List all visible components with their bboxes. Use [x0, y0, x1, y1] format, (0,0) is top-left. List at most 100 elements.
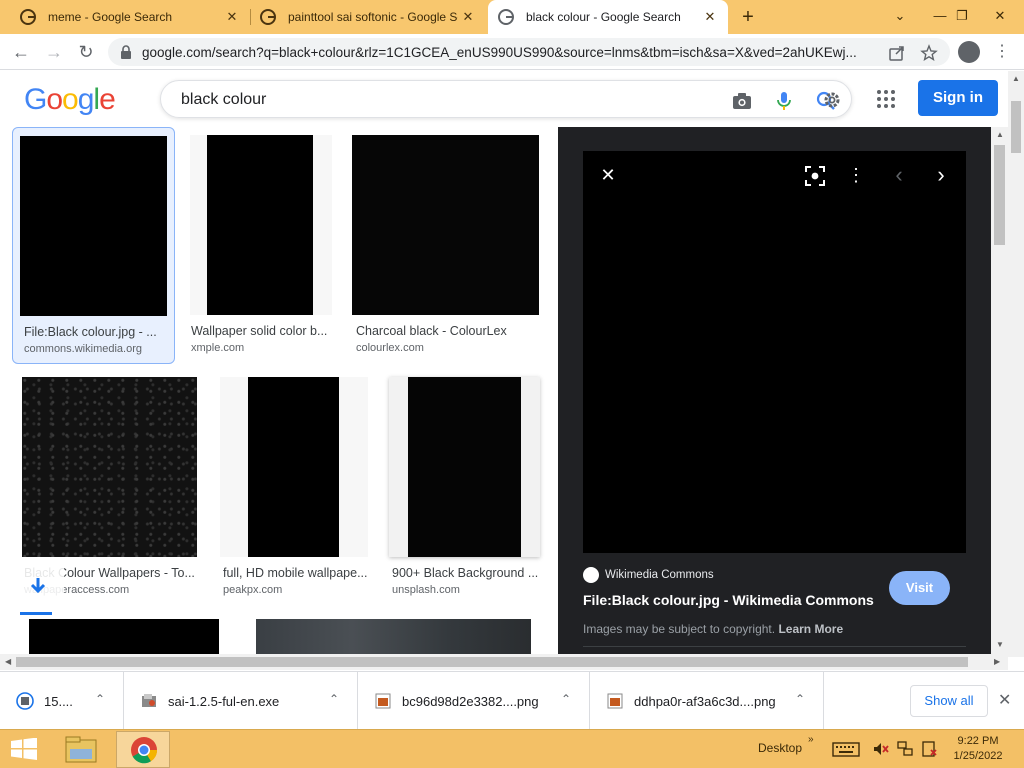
- volume-muted-icon[interactable]: [872, 740, 890, 758]
- scroll-thumb[interactable]: [16, 657, 968, 667]
- logo-letter: o: [46, 83, 63, 116]
- show-all-downloads-button[interactable]: Show all: [910, 685, 988, 717]
- chevron-up-icon[interactable]: ⌃: [95, 692, 105, 706]
- download-item-2[interactable]: sai-1.2.5-ful-en.exe ⌃: [124, 672, 358, 730]
- chevron-up-icon[interactable]: ⌃: [795, 692, 805, 706]
- download-file-name: bc96d98d2e3382....png: [402, 693, 539, 709]
- tab-painttool[interactable]: painttool sai softonic - Google Se ✕: [250, 0, 486, 34]
- tab-search-chevron-icon[interactable]: ⌄: [888, 4, 912, 28]
- google-logo[interactable]: Google: [24, 83, 116, 117]
- url-text[interactable]: google.com/search?q=black+colour&rlz=1C1…: [142, 45, 882, 60]
- chevron-up-icon[interactable]: ⌃: [561, 692, 571, 706]
- scroll-up-icon[interactable]: ▲: [1012, 74, 1020, 83]
- result-card-2[interactable]: Wallpaper solid color b... xmple.com: [190, 127, 332, 364]
- window-close-button[interactable]: ✕: [988, 4, 1012, 28]
- forward-button[interactable]: →: [42, 40, 66, 64]
- result-card-1[interactable]: File:Black colour.jpg - ... commons.wiki…: [12, 127, 175, 364]
- microphone-icon[interactable]: [773, 90, 795, 112]
- tab-close-icon[interactable]: ✕: [460, 9, 476, 25]
- back-button[interactable]: ←: [9, 40, 33, 64]
- result-title[interactable]: File:Black colour.jpg - ...: [24, 325, 164, 339]
- sign-in-button[interactable]: Sign in: [918, 80, 998, 116]
- windows-start-icon[interactable]: [10, 738, 38, 760]
- preview-image[interactable]: [583, 151, 966, 553]
- result-thumbnail[interactable]: [29, 619, 219, 654]
- result-card-3[interactable]: Charcoal black - ColourLex colourlex.com: [352, 127, 540, 364]
- keyboard-icon[interactable]: [832, 740, 860, 758]
- results-vertical-scrollbar[interactable]: ▲ ▼: [991, 127, 1008, 654]
- download-progress-overlay[interactable]: [12, 557, 64, 617]
- logo-letter: G: [24, 83, 47, 116]
- download-file-name: 15....: [44, 693, 73, 709]
- scroll-thumb[interactable]: [1011, 101, 1021, 153]
- result-thumbnail[interactable]: [389, 377, 540, 557]
- search-box[interactable]: [160, 80, 852, 118]
- close-preview-icon[interactable]: ✕: [594, 161, 622, 189]
- chevron-up-icon[interactable]: ⌃: [329, 692, 339, 706]
- image-preview-panel: ✕ ⋮ ‹ › Wikimedia Commons Visit File:Bla…: [558, 127, 991, 654]
- result-thumbnail[interactable]: [20, 136, 167, 316]
- restore-button[interactable]: ❐: [950, 4, 974, 28]
- share-icon[interactable]: [888, 44, 906, 62]
- file-explorer-taskbar-button[interactable]: [54, 731, 108, 768]
- result-source: peakpx.com: [223, 584, 283, 596]
- download-item-1[interactable]: 15.... ⌃: [0, 672, 124, 730]
- profile-avatar-icon[interactable]: [958, 41, 980, 63]
- result-thumbnail[interactable]: [190, 135, 332, 315]
- result-thumbnail[interactable]: [220, 377, 368, 557]
- result-thumbnail[interactable]: [352, 135, 539, 315]
- lens-search-icon[interactable]: [801, 162, 829, 190]
- result-title[interactable]: 900+ Black Background ...: [392, 566, 540, 580]
- scroll-right-icon[interactable]: ▶: [994, 657, 1000, 666]
- result-thumbnail[interactable]: [256, 619, 531, 654]
- toolbar-expand-icon[interactable]: »: [808, 734, 814, 745]
- preview-title[interactable]: File:Black colour.jpg - Wikimedia Common…: [583, 592, 874, 608]
- tab-close-icon[interactable]: ✕: [224, 9, 240, 25]
- minimize-button[interactable]: —: [928, 4, 952, 28]
- reload-button[interactable]: ↻: [74, 40, 98, 64]
- download-item-3[interactable]: bc96d98d2e3382....png ⌃: [358, 672, 590, 730]
- scroll-left-icon[interactable]: ◀: [5, 657, 11, 666]
- bookmark-star-icon[interactable]: [920, 44, 938, 62]
- result-source: commons.wikimedia.org: [24, 343, 142, 355]
- preview-site[interactable]: Wikimedia Commons: [583, 567, 714, 583]
- next-image-icon[interactable]: ›: [927, 161, 955, 189]
- result-card-5[interactable]: full, HD mobile wallpape... peakpx.com: [220, 377, 370, 603]
- result-title[interactable]: Wallpaper solid color b...: [191, 324, 331, 338]
- chrome-taskbar-button[interactable]: [116, 731, 170, 768]
- tab-close-icon[interactable]: ✕: [702, 9, 718, 25]
- installer-icon: [142, 694, 156, 707]
- settings-gear-icon[interactable]: [821, 89, 843, 111]
- scroll-up-icon[interactable]: ▲: [996, 130, 1004, 139]
- action-center-icon[interactable]: [920, 740, 938, 758]
- address-bar[interactable]: google.com/search?q=black+colour&rlz=1C1…: [108, 38, 950, 66]
- result-thumbnail[interactable]: [22, 377, 197, 557]
- learn-more-link[interactable]: Learn More: [778, 622, 843, 636]
- result-card-6[interactable]: 900+ Black Background ... unsplash.com: [389, 377, 541, 603]
- result-title[interactable]: full, HD mobile wallpape...: [223, 566, 368, 580]
- browser-toolbar: ← → ↻ google.com/search?q=black+colour&r…: [0, 34, 1024, 70]
- page-vertical-scrollbar[interactable]: ▲: [1008, 71, 1024, 657]
- result-title[interactable]: Charcoal black - ColourLex: [356, 324, 536, 338]
- horizontal-scrollbar[interactable]: ◀ ▶: [0, 654, 1008, 670]
- network-icon[interactable]: [896, 740, 914, 758]
- chrome-menu-icon[interactable]: ⋮: [992, 40, 1012, 64]
- logo-letter: e: [99, 83, 116, 116]
- png-file-icon: [607, 693, 623, 709]
- google-apps-icon[interactable]: [876, 89, 896, 109]
- search-input[interactable]: [181, 91, 701, 109]
- visit-button[interactable]: Visit: [889, 571, 950, 605]
- site-name[interactable]: Wikimedia Commons: [605, 569, 714, 581]
- tab-meme[interactable]: meme - Google Search ✕: [10, 0, 250, 34]
- download-item-4[interactable]: ddhpa0r-af3a6c3d....png ⌃: [590, 672, 824, 730]
- tab-black-colour[interactable]: black colour - Google Search ✕: [488, 0, 728, 34]
- scroll-down-icon[interactable]: ▼: [996, 640, 1004, 649]
- more-options-icon[interactable]: ⋮: [842, 161, 870, 189]
- desktop-toolbar-label[interactable]: Desktop: [758, 741, 802, 755]
- new-tab-button[interactable]: +: [738, 7, 758, 27]
- system-clock[interactable]: 9:22 PM 1/25/2022: [948, 734, 1008, 764]
- close-downloads-bar-icon[interactable]: ✕: [998, 690, 1011, 710]
- camera-icon[interactable]: [731, 90, 753, 112]
- scroll-thumb[interactable]: [994, 145, 1005, 245]
- previous-image-icon[interactable]: ‹: [885, 161, 913, 189]
